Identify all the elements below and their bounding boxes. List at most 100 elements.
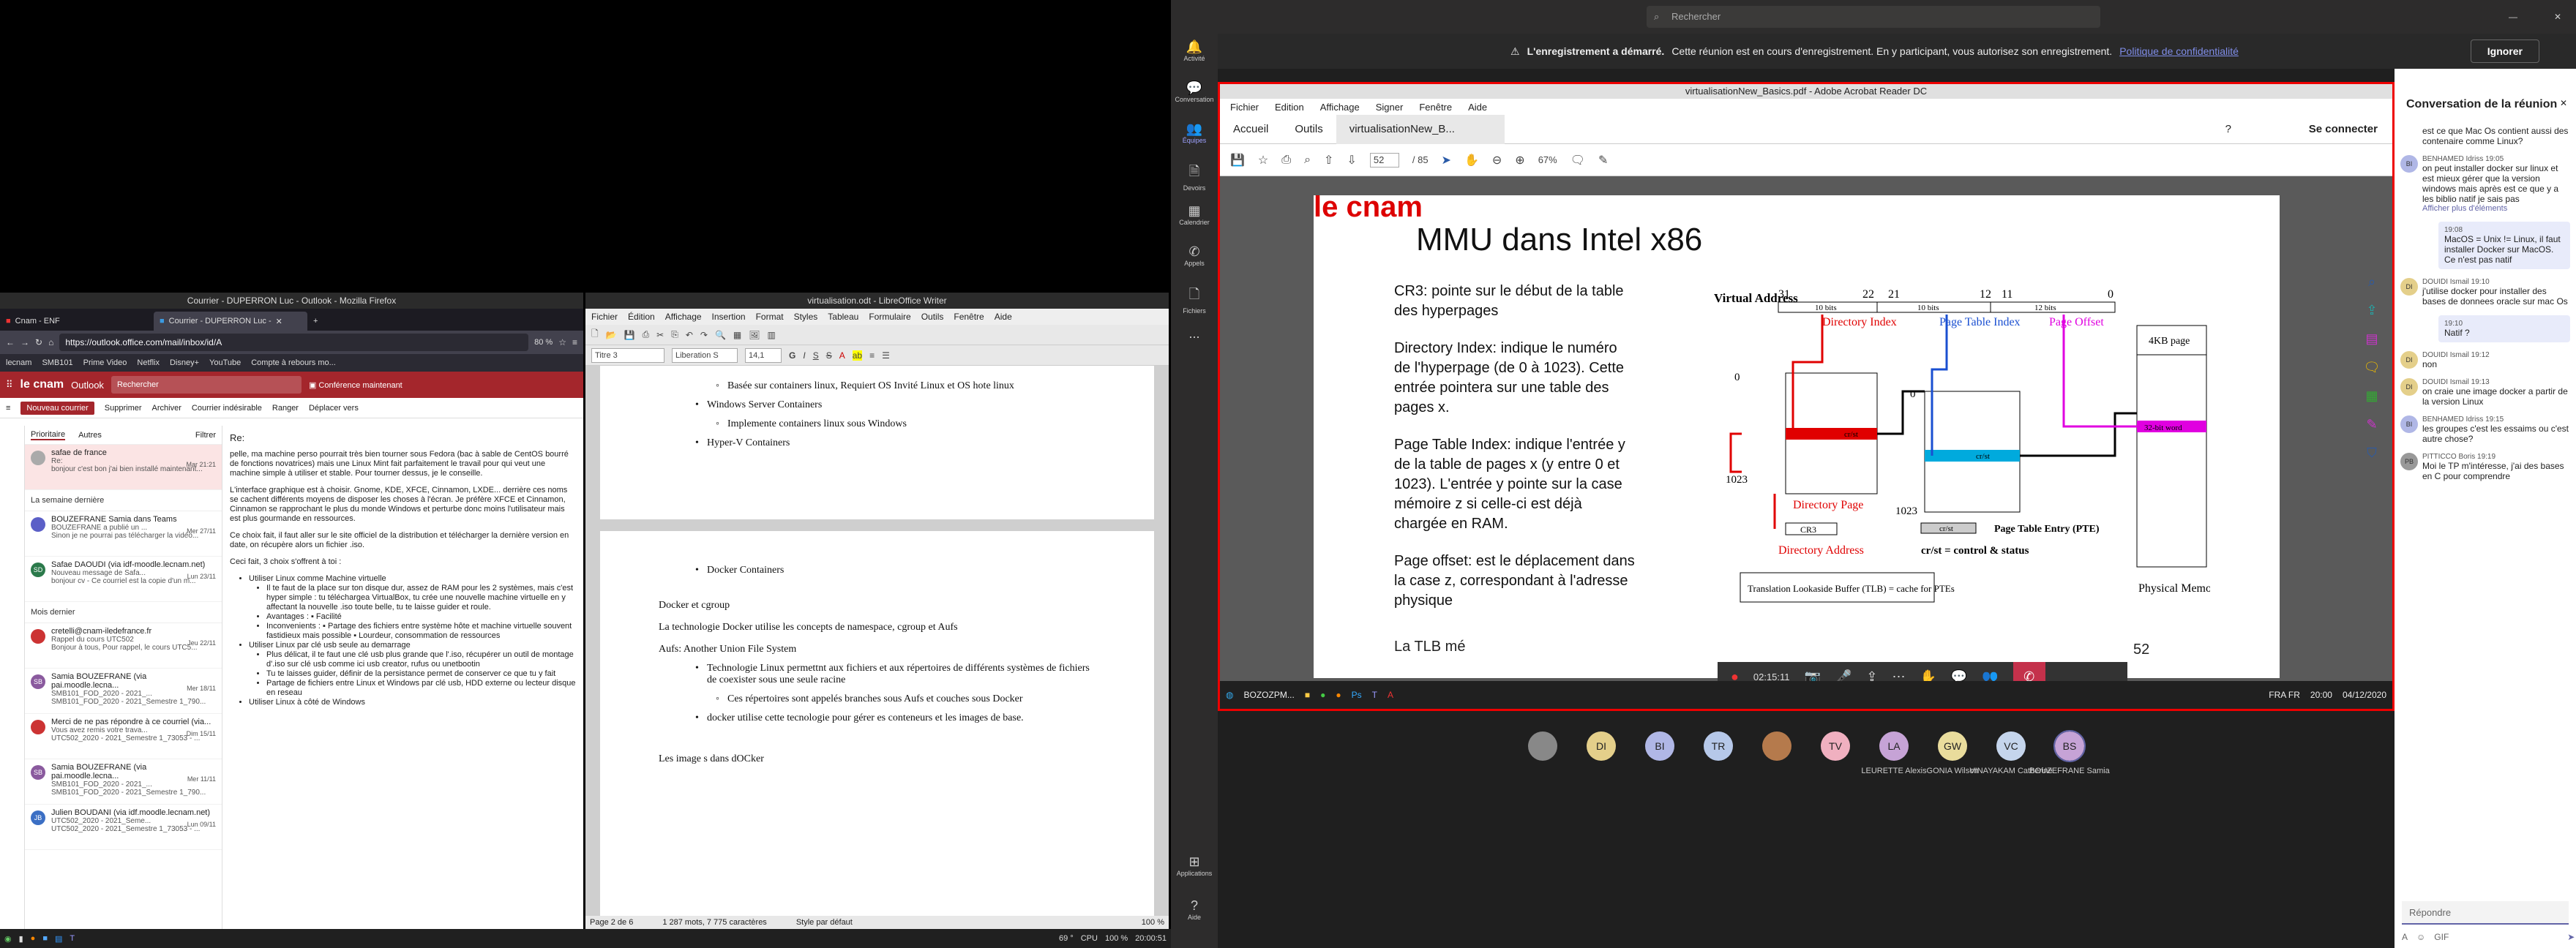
zoom-in-icon[interactable]: ⊕ xyxy=(1515,153,1524,168)
menu-edit[interactable]: Édition xyxy=(628,312,655,322)
explorer-icon[interactable]: ■ xyxy=(1305,690,1310,700)
rail-assignments[interactable]: 🗎 Devoirs xyxy=(1171,157,1218,198)
bold-icon[interactable]: G xyxy=(789,350,795,361)
menu-form[interactable]: Formulaire xyxy=(869,312,910,322)
italic-icon[interactable]: I xyxy=(803,350,805,361)
save-icon[interactable]: 💾 xyxy=(1230,153,1245,168)
zoom-search-icon[interactable]: ⌕ xyxy=(1304,154,1311,167)
menu-icon[interactable]: ≡ xyxy=(572,337,577,347)
bookmark-star-icon[interactable]: ☆ xyxy=(558,337,566,347)
mail-search-input[interactable]: Rechercher xyxy=(111,376,302,394)
app-launcher-icon[interactable]: ⠿ xyxy=(6,379,13,391)
taskbar-search[interactable]: BOZOZPM... xyxy=(1243,690,1294,700)
format-icon[interactable]: A xyxy=(2402,932,2408,942)
archive-button[interactable]: Archiver xyxy=(152,404,181,413)
forward-icon[interactable]: → xyxy=(20,337,29,347)
underline-icon[interactable]: S xyxy=(813,350,819,361)
menu-tools[interactable]: Outils xyxy=(921,312,944,322)
reply-input[interactable]: Répondre xyxy=(2402,901,2569,925)
copy-icon[interactable]: ⎘ xyxy=(671,329,678,340)
tab-home[interactable]: Accueil xyxy=(1220,123,1281,135)
fill-sign-icon[interactable]: ✎ xyxy=(2366,417,2377,432)
menu-edit[interactable]: Edition xyxy=(1275,102,1304,113)
protect-icon[interactable]: ⛉ xyxy=(2367,445,2377,461)
privacy-policy-link[interactable]: Politique de confidentialité xyxy=(2119,45,2239,57)
bookmark-lecnam[interactable]: lecnam xyxy=(6,358,31,367)
bookmark-countdown[interactable]: Compte à rebours mo... xyxy=(251,358,336,367)
rail-files[interactable]: 🗋 Fichiers xyxy=(1171,279,1218,320)
align-left-icon[interactable]: ≡ xyxy=(869,350,875,361)
input-language[interactable]: FRA FR xyxy=(2269,690,2300,700)
teams-search-input[interactable]: ⌕ Rechercher xyxy=(1647,6,2100,28)
participant[interactable]: TV xyxy=(1817,731,1854,767)
cursor-icon[interactable]: ➤ xyxy=(1442,153,1451,168)
bookmark-youtube[interactable]: YouTube xyxy=(209,358,241,367)
menu-format[interactable]: Format xyxy=(756,312,784,322)
teams-task-icon[interactable]: T xyxy=(1372,690,1377,700)
organize-icon[interactable]: ▦ xyxy=(2365,388,2378,404)
hamburger-icon[interactable]: ≡ xyxy=(6,404,10,413)
find-icon[interactable]: 🔍 xyxy=(715,330,726,340)
menu-window[interactable]: Fenêtre xyxy=(954,312,984,322)
highlight-icon[interactable]: ab xyxy=(852,350,863,361)
new-tab-button[interactable]: + xyxy=(307,312,329,331)
table-icon[interactable]: ▦ xyxy=(733,330,741,340)
ignore-button[interactable]: Ignorer xyxy=(2470,40,2539,63)
mail-item[interactable]: Merci de ne pas répondre à ce courriel (… xyxy=(25,714,222,759)
mail-item[interactable]: SB Samia BOUZEFRANE (via pai.moodle.lecn… xyxy=(25,669,222,714)
rail-calls[interactable]: ✆ Appels xyxy=(1171,238,1218,279)
close-chat-icon[interactable]: ✕ xyxy=(2560,98,2567,108)
move-button[interactable]: Déplacer vers xyxy=(309,404,359,413)
rail-activity[interactable]: 🔔 Activité xyxy=(1171,34,1218,75)
page-1[interactable]: Basée sur containers linux, Requiert OS … xyxy=(600,366,1154,519)
mail-item[interactable]: JB Julien BOUDANI (via idf.moodle.lecnam… xyxy=(25,805,222,850)
paragraph-style-select[interactable]: Titre 3 xyxy=(591,347,664,363)
bookmark-smb101[interactable]: SMB101 xyxy=(42,358,72,367)
folder-icon[interactable]: ■ xyxy=(42,934,48,943)
rail-chat[interactable]: 💬 Conversation xyxy=(1171,75,1218,116)
firefox-icon[interactable]: ● xyxy=(31,934,36,943)
menu-sign[interactable]: Signer xyxy=(1376,102,1404,113)
participant[interactable]: BS BOUZEFRANE Samia xyxy=(2029,730,2110,775)
pen-icon[interactable]: ✎ xyxy=(1598,153,1608,168)
back-icon[interactable]: ← xyxy=(6,337,15,347)
participant[interactable] xyxy=(1524,731,1561,767)
acrobat-task-icon[interactable]: A xyxy=(1388,690,1393,700)
emoji-icon[interactable]: ☺ xyxy=(2416,932,2425,942)
tab-cnam[interactable]: ■ Cnam - ENF xyxy=(0,312,154,331)
menu-window[interactable]: Fenêtre xyxy=(1419,102,1452,113)
new-mail-button[interactable]: Nouveau courrier xyxy=(20,401,94,415)
redo-icon[interactable]: ↷ xyxy=(700,330,708,340)
menu-help[interactable]: Aide xyxy=(1468,102,1487,113)
page-down-icon[interactable]: ⇩ xyxy=(1347,153,1356,168)
bookmark-netflix[interactable]: Netflix xyxy=(137,358,160,367)
menu-help[interactable]: Aide xyxy=(995,312,1012,322)
page-2[interactable]: Docker Containers Docker et cgroup La te… xyxy=(600,531,1154,916)
reload-icon[interactable]: ↻ xyxy=(35,337,42,347)
zoom-out-icon[interactable]: ⊖ xyxy=(1492,153,1502,168)
chart-icon[interactable]: ▥ xyxy=(768,330,776,340)
bookmark-icon[interactable]: ☆ xyxy=(1258,153,1268,168)
page-up-icon[interactable]: ⇧ xyxy=(1324,153,1333,168)
chrome-icon[interactable]: ● xyxy=(1320,690,1325,700)
participant[interactable]: TR xyxy=(1700,731,1737,767)
firefox-task-icon[interactable]: ● xyxy=(1336,690,1341,700)
rail-calendar[interactable]: ▦ Calendrier xyxy=(1171,198,1218,238)
list-icon[interactable]: ☰ xyxy=(882,350,890,361)
show-more-link[interactable]: Afficher plus d'éléments xyxy=(2422,204,2570,213)
zoom-level[interactable]: 100 % xyxy=(1142,918,1164,927)
close-window-icon[interactable]: ✕ xyxy=(2554,12,2561,22)
comment-tool-icon[interactable]: 🗨 xyxy=(2364,360,2381,375)
url-bar[interactable]: https://outlook.office.com/mail/inbox/id… xyxy=(59,334,529,351)
send-icon[interactable]: ➤ xyxy=(2567,932,2575,942)
new-doc-icon[interactable]: 🗋 xyxy=(591,327,599,342)
help-icon[interactable]: ? xyxy=(2225,123,2231,135)
teams-icon[interactable]: T xyxy=(70,934,75,943)
font-name-select[interactable]: Liberation S xyxy=(672,347,738,363)
zoom-tool-icon[interactable]: ⌕ xyxy=(2368,274,2375,290)
tab-other[interactable]: Autres xyxy=(78,431,102,440)
print-icon[interactable]: ⎙ xyxy=(643,329,650,340)
open-icon[interactable]: 📂 xyxy=(606,330,617,340)
participant[interactable] xyxy=(1759,731,1795,767)
meet-now-button[interactable]: ▣ Conférence maintenant xyxy=(309,380,402,390)
